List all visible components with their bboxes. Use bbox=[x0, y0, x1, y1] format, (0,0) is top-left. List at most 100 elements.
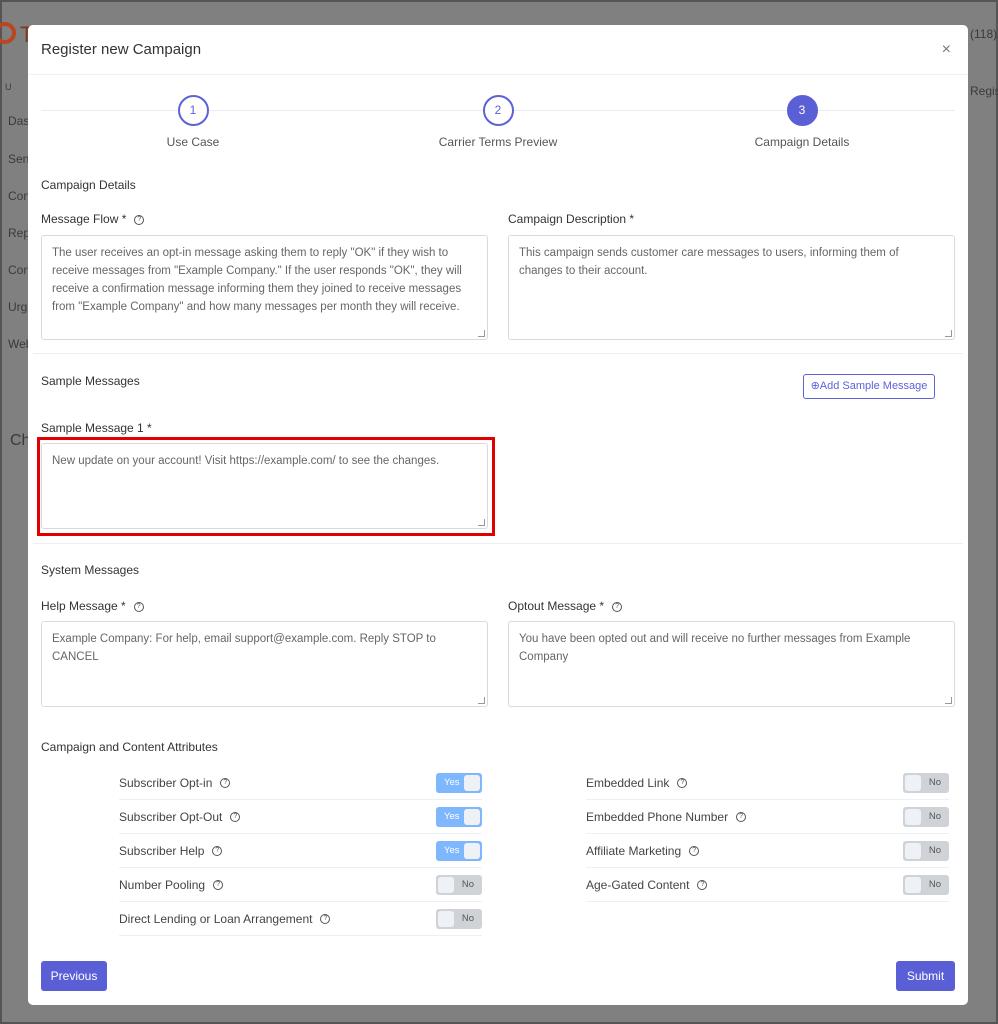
label-text: Number Pooling bbox=[119, 877, 206, 892]
attribute-row: Subscriber Opt-in? Yes bbox=[119, 766, 482, 800]
step-campaign-details[interactable]: 3 Campaign Details bbox=[702, 95, 902, 149]
sidebar-item-contacts[interactable]: Con bbox=[8, 189, 30, 203]
toggle-state: Yes bbox=[444, 776, 460, 788]
sidebar-item-send[interactable]: Sen bbox=[8, 152, 29, 166]
attribute-toggle[interactable]: No bbox=[903, 806, 949, 827]
attribute-row: Subscriber Help? Yes bbox=[119, 834, 482, 868]
label-text: Embedded Phone Number bbox=[586, 809, 729, 824]
sample-message-1-label: Sample Message 1 * bbox=[41, 421, 152, 435]
label-text: Help Message * bbox=[41, 599, 126, 613]
help-icon[interactable]: ? bbox=[612, 601, 623, 612]
help-icon[interactable]: ? bbox=[697, 880, 708, 891]
register-campaign-modal: Register new Campaign × 1 Use Case 2 Carri… bbox=[28, 25, 968, 1005]
toggle-state: Yes bbox=[444, 810, 460, 822]
step-number: 3 bbox=[786, 95, 818, 126]
help-icon[interactable]: ? bbox=[134, 214, 145, 225]
toggle-knob bbox=[905, 842, 921, 859]
attribute-toggle[interactable]: Yes bbox=[436, 806, 482, 827]
label-text: Subscriber Help bbox=[119, 843, 205, 858]
step-number: 1 bbox=[177, 95, 209, 126]
optout-message-textarea[interactable]: You have been opted out and will receive… bbox=[508, 621, 955, 707]
attribute-toggle[interactable]: No bbox=[436, 874, 482, 895]
label-text: Age-Gated Content bbox=[586, 877, 690, 892]
label-text: Message Flow * bbox=[41, 212, 127, 226]
attribute-toggle[interactable]: No bbox=[903, 772, 949, 793]
attribute-label: Age-Gated Content? bbox=[586, 877, 708, 892]
step-label: Campaign Details bbox=[754, 135, 850, 149]
help-icon[interactable]: ? bbox=[736, 812, 747, 823]
attribute-label: Subscriber Opt-in? bbox=[119, 775, 231, 790]
label-text: Optout Message * bbox=[508, 599, 605, 613]
message-flow-textarea[interactable]: The user receives an opt-in message aski… bbox=[41, 235, 488, 340]
bg-fragment: U bbox=[5, 82, 12, 92]
attribute-row: Direct Lending or Loan Arrangement? No bbox=[119, 902, 482, 936]
previous-button[interactable]: Previous bbox=[41, 961, 107, 991]
attribute-label: Subscriber Help? bbox=[119, 843, 223, 858]
sidebar-item-con[interactable]: Con bbox=[8, 263, 30, 277]
divider bbox=[33, 543, 963, 544]
attribute-label: Affiliate Marketing? bbox=[586, 844, 700, 858]
toggle-knob bbox=[905, 876, 921, 893]
help-icon[interactable]: ? bbox=[212, 846, 223, 857]
attribute-toggle[interactable]: No bbox=[436, 908, 482, 929]
step-label: Use Case bbox=[166, 135, 220, 149]
attribute-label: Embedded Link? bbox=[586, 775, 688, 790]
toggle-state: No bbox=[928, 844, 941, 856]
toggle-knob bbox=[438, 876, 454, 893]
toggle-state: No bbox=[461, 878, 474, 890]
attribute-toggle[interactable]: No bbox=[903, 840, 949, 861]
toggle-state: No bbox=[461, 912, 474, 924]
help-icon[interactable]: ? bbox=[677, 778, 688, 789]
sidebar-item-reports[interactable]: Rep bbox=[8, 226, 30, 240]
sample-messages-heading: Sample Messages bbox=[41, 374, 140, 388]
attribute-toggle[interactable]: Yes bbox=[436, 840, 482, 861]
help-message-textarea[interactable]: Example Company: For help, email support… bbox=[41, 621, 488, 707]
attribute-toggle[interactable]: No bbox=[903, 874, 949, 895]
toggle-knob bbox=[905, 774, 921, 791]
add-sample-message-button[interactable]: ⊕Add Sample Message bbox=[803, 374, 935, 399]
bg-fragment: Regis bbox=[970, 84, 998, 98]
toggle-knob bbox=[464, 774, 480, 791]
attribute-row: Number Pooling? No bbox=[119, 868, 482, 902]
campaign-description-textarea[interactable]: This campaign sends customer care messag… bbox=[508, 235, 955, 340]
app-logo-icon bbox=[0, 22, 16, 44]
help-icon[interactable]: ? bbox=[213, 880, 224, 891]
step-carrier-terms[interactable]: 2 Carrier Terms Preview bbox=[398, 95, 598, 149]
attribute-label: Embedded Phone Number? bbox=[586, 809, 747, 824]
toggle-knob bbox=[464, 842, 480, 859]
label-text: Subscriber Opt-Out bbox=[119, 809, 223, 824]
help-icon[interactable]: ? bbox=[689, 846, 700, 857]
sidebar-item-dashboard[interactable]: Das bbox=[8, 114, 29, 128]
message-flow-label: Message Flow *? bbox=[41, 212, 145, 226]
attribute-row: Embedded Phone Number? No bbox=[586, 800, 949, 834]
step-label: Carrier Terms Preview bbox=[438, 135, 558, 149]
step-number: 2 bbox=[482, 95, 514, 126]
system-messages-heading: System Messages bbox=[41, 563, 140, 577]
label-text: Embedded Link bbox=[586, 775, 670, 790]
toggle-state: No bbox=[928, 810, 941, 822]
help-message-label: Help Message *? bbox=[41, 599, 144, 613]
step-use-case[interactable]: 1 Use Case bbox=[93, 95, 293, 149]
sidebar-item-urgent[interactable]: Urg bbox=[8, 300, 27, 314]
label-text: Subscriber Opt-in bbox=[119, 775, 213, 790]
attribute-label: Direct Lending or Loan Arrangement? bbox=[119, 912, 331, 926]
divider bbox=[33, 353, 963, 354]
attributes-heading: Campaign and Content Attributes bbox=[41, 740, 218, 754]
help-icon[interactable]: ? bbox=[133, 601, 144, 612]
optout-message-label: Optout Message *? bbox=[508, 599, 623, 613]
stepper: 1 Use Case 2 Carrier Terms Preview 3 Campai… bbox=[28, 25, 968, 155]
highlight-box bbox=[37, 437, 495, 536]
campaign-description-label: Campaign Description * bbox=[508, 212, 635, 226]
toggle-knob bbox=[905, 808, 921, 825]
help-icon[interactable]: ? bbox=[220, 778, 231, 789]
toggle-state: No bbox=[928, 878, 941, 890]
attribute-label: Subscriber Opt-Out? bbox=[119, 809, 241, 824]
toggle-state: No bbox=[928, 776, 941, 788]
submit-button[interactable]: Submit bbox=[896, 961, 955, 991]
toggle-knob bbox=[438, 910, 454, 927]
help-icon[interactable]: ? bbox=[230, 812, 241, 823]
attribute-row: Subscriber Opt-Out? Yes bbox=[119, 800, 482, 834]
attribute-toggle[interactable]: Yes bbox=[436, 772, 482, 793]
account-fragment: (118) bbox=[970, 27, 998, 41]
help-icon[interactable]: ? bbox=[320, 914, 331, 925]
